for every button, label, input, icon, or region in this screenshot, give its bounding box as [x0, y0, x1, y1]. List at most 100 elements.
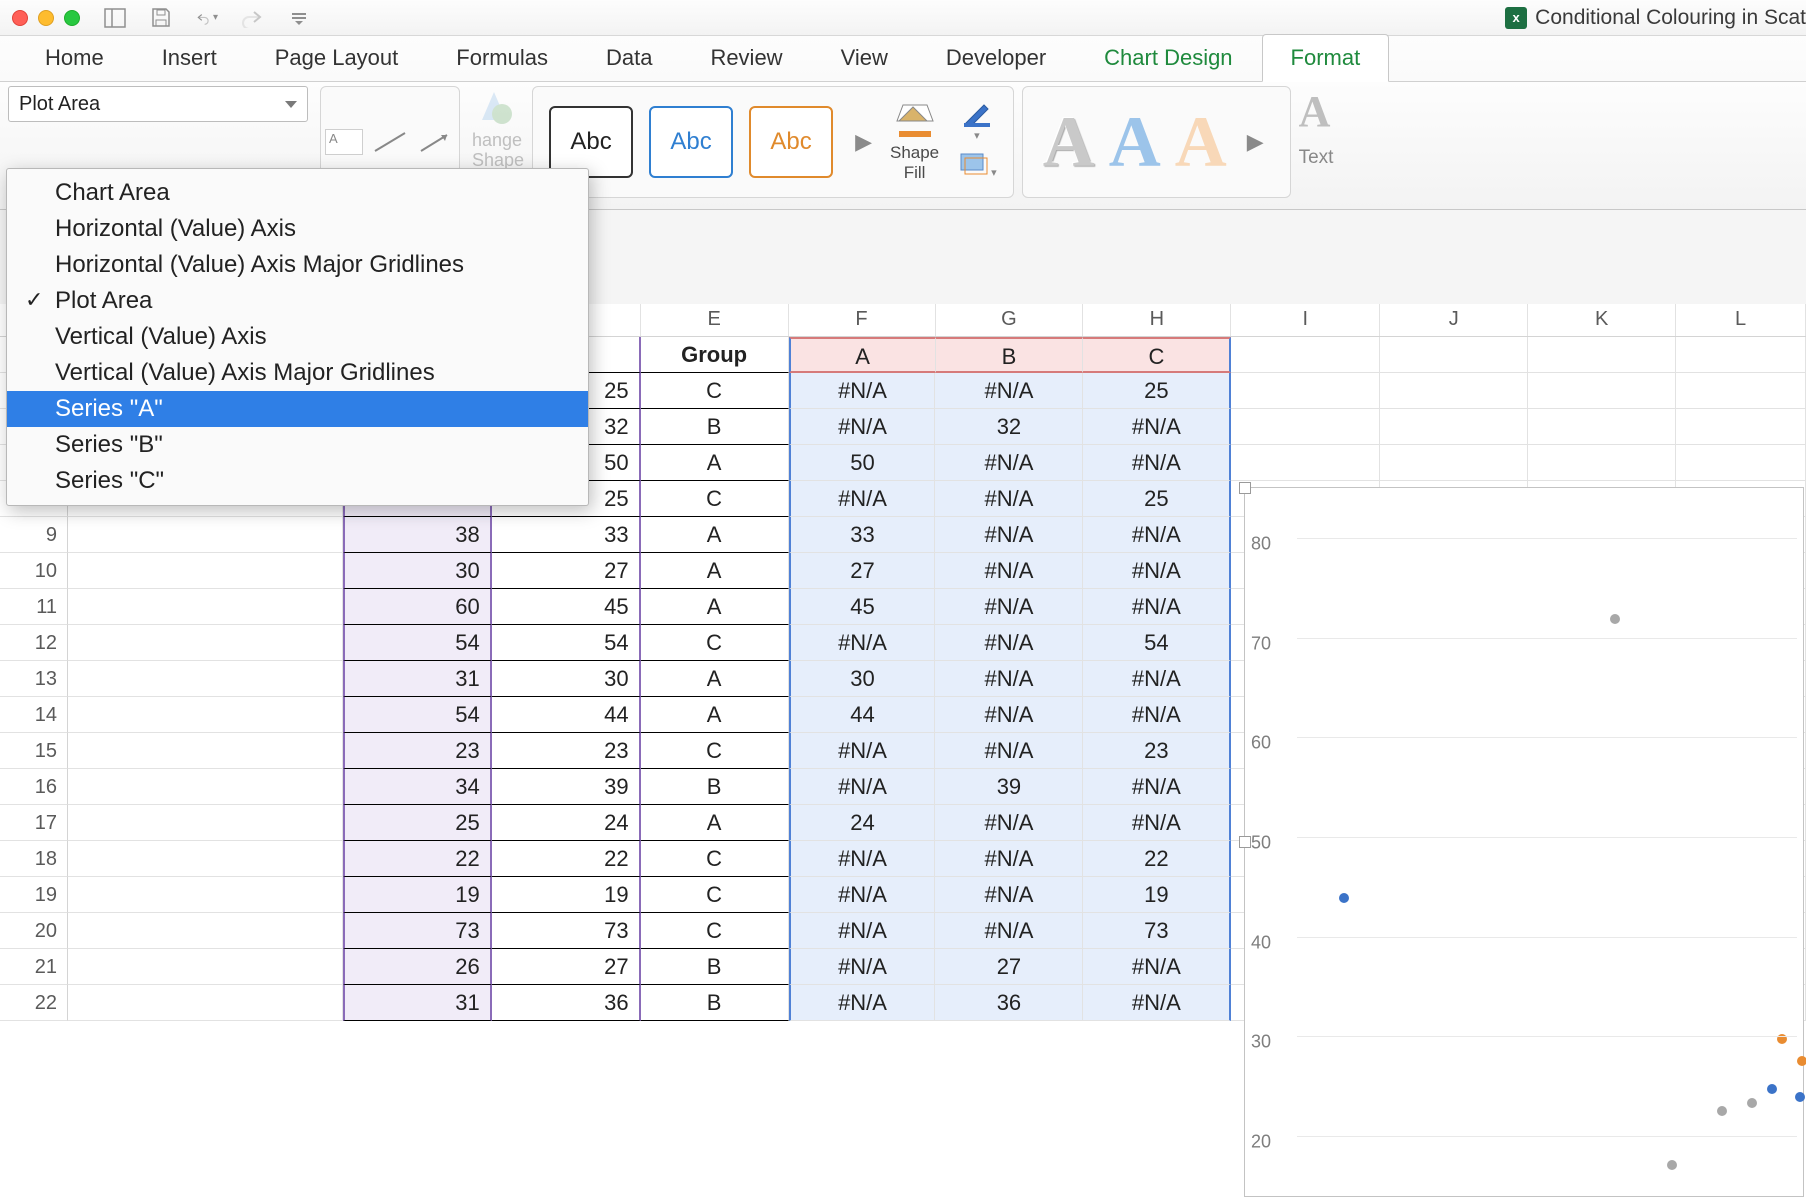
cell[interactable]: 19 [343, 877, 492, 913]
cell[interactable]: Group [641, 337, 789, 373]
cell[interactable] [68, 913, 343, 949]
cell[interactable]: #N/A [1083, 805, 1231, 841]
chart-point[interactable] [1667, 1160, 1677, 1170]
tab-view[interactable]: View [812, 34, 917, 81]
cell[interactable]: A [789, 337, 936, 373]
textbox-shape-icon[interactable]: A [325, 129, 363, 155]
row-header[interactable]: 9 [0, 517, 68, 553]
gallery-more-icon[interactable]: ▶ [849, 129, 878, 155]
cell[interactable]: #N/A [935, 805, 1083, 841]
shape-effects-button[interactable]: ▾ [957, 150, 997, 181]
cell[interactable]: B [936, 337, 1084, 373]
chart-point[interactable] [1795, 1092, 1805, 1102]
dd-v-gridlines[interactable]: Vertical (Value) Axis Major Gridlines [7, 355, 588, 391]
row-header[interactable]: 15 [0, 733, 68, 769]
close-window-button[interactable] [12, 10, 28, 26]
cell[interactable]: B [641, 409, 789, 445]
cell[interactable]: 54 [343, 697, 492, 733]
dd-series-b[interactable]: Series "B" [7, 427, 588, 463]
cell[interactable]: A [641, 553, 789, 589]
cell[interactable]: A [641, 697, 789, 733]
chart-point[interactable] [1767, 1084, 1777, 1094]
row-header[interactable]: 13 [0, 661, 68, 697]
minimize-window-button[interactable] [38, 10, 54, 26]
cell[interactable]: 23 [492, 733, 641, 769]
cell[interactable]: #N/A [935, 877, 1083, 913]
col-header-e[interactable]: E [641, 304, 789, 336]
cell[interactable]: #N/A [935, 697, 1083, 733]
tab-page-layout[interactable]: Page Layout [246, 34, 428, 81]
row-header[interactable]: 11 [0, 589, 68, 625]
cell[interactable]: #N/A [935, 517, 1083, 553]
cell[interactable]: 22 [492, 841, 641, 877]
cell[interactable]: A [641, 661, 789, 697]
cell[interactable] [68, 589, 343, 625]
dd-plot-area[interactable]: Plot Area [7, 283, 588, 319]
cell[interactable] [1231, 337, 1380, 373]
cell[interactable]: #N/A [789, 373, 936, 409]
cell[interactable]: 73 [492, 913, 641, 949]
cell[interactable]: C [641, 481, 789, 517]
cell[interactable]: B [641, 985, 789, 1021]
cell[interactable]: #N/A [789, 409, 936, 445]
cell[interactable] [68, 877, 343, 913]
cell[interactable]: 25 [343, 805, 492, 841]
cell[interactable]: C [641, 733, 789, 769]
col-header-h[interactable]: H [1083, 304, 1231, 336]
cell[interactable]: 22 [343, 841, 492, 877]
cell[interactable]: 36 [492, 985, 641, 1021]
chart-resize-handle[interactable] [1239, 836, 1251, 848]
dd-h-axis[interactable]: Horizontal (Value) Axis [7, 211, 588, 247]
row-header[interactable]: 20 [0, 913, 68, 949]
cell[interactable]: B [641, 949, 789, 985]
row-header[interactable]: 16 [0, 769, 68, 805]
chart-element-dropdown-list[interactable]: Chart Area Horizontal (Value) Axis Horiz… [6, 168, 589, 506]
dd-chart-area[interactable]: Chart Area [7, 175, 588, 211]
cell[interactable] [68, 553, 343, 589]
tab-chart-design[interactable]: Chart Design [1075, 34, 1261, 81]
tab-home[interactable]: Home [16, 34, 133, 81]
cell[interactable] [68, 949, 343, 985]
cell[interactable] [1676, 337, 1806, 373]
chart-point[interactable] [1717, 1106, 1727, 1116]
cell[interactable]: A [641, 445, 789, 481]
cell[interactable]: 31 [343, 985, 492, 1021]
cell[interactable]: #N/A [935, 841, 1083, 877]
cell[interactable]: B [641, 769, 789, 805]
shape-style-2[interactable]: Abc [649, 106, 733, 178]
cell[interactable]: 19 [492, 877, 641, 913]
wordart-style-3[interactable]: A [1175, 101, 1227, 184]
cell[interactable]: 27 [789, 553, 936, 589]
col-header-i[interactable]: I [1231, 304, 1380, 336]
cell[interactable] [68, 733, 343, 769]
cell[interactable]: #N/A [935, 589, 1083, 625]
cell[interactable]: 44 [789, 697, 936, 733]
cell[interactable]: #N/A [1083, 553, 1231, 589]
cell[interactable]: 30 [789, 661, 936, 697]
undo-icon[interactable]: ▾ [196, 7, 218, 29]
cell[interactable]: 73 [343, 913, 492, 949]
cell[interactable]: 32 [935, 409, 1083, 445]
line-shape-icon[interactable] [371, 129, 409, 155]
cell[interactable]: #N/A [1083, 661, 1231, 697]
cell[interactable]: 60 [343, 589, 492, 625]
cell[interactable]: 24 [789, 805, 936, 841]
cell[interactable]: #N/A [1083, 769, 1231, 805]
col-header-j[interactable]: J [1380, 304, 1528, 336]
tab-developer[interactable]: Developer [917, 34, 1075, 81]
cell[interactable] [68, 769, 343, 805]
cell[interactable]: #N/A [789, 481, 936, 517]
cell[interactable]: 44 [492, 697, 641, 733]
cell[interactable]: 36 [935, 985, 1083, 1021]
cell[interactable] [68, 697, 343, 733]
cell[interactable]: 22 [1083, 841, 1231, 877]
cell[interactable]: 34 [343, 769, 492, 805]
wordart-style-1[interactable]: A [1043, 101, 1095, 184]
col-header-k[interactable]: K [1528, 304, 1676, 336]
cell[interactable]: #N/A [935, 481, 1083, 517]
cell[interactable] [1380, 445, 1528, 481]
dd-series-a[interactable]: Series "A" [7, 391, 588, 427]
cell[interactable]: 19 [1083, 877, 1231, 913]
cell[interactable]: 27 [492, 949, 641, 985]
cell[interactable]: #N/A [789, 949, 936, 985]
